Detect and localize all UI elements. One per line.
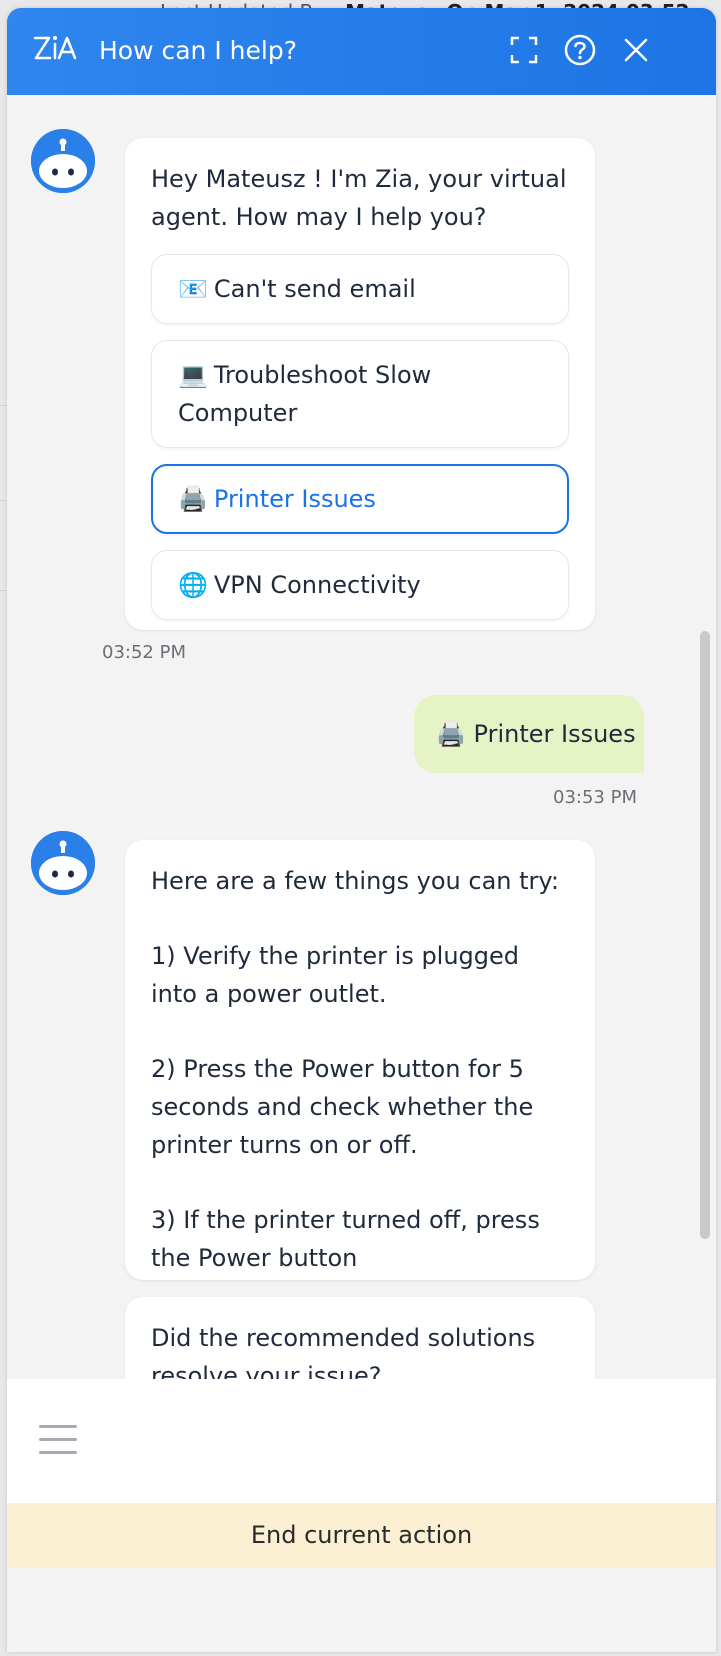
chat-widget: How can I help? Hey Mateusz ! I'm Zia, y… [7, 8, 716, 1652]
reply-step-2: 2) Press the Power button for 5 seconds … [151, 1055, 534, 1159]
option-printer-issues[interactable]: 🖨️ Printer Issues [151, 464, 569, 534]
hamburger-menu-icon[interactable] [39, 1425, 77, 1457]
robot-icon [31, 831, 95, 895]
envelope-icon: 📧 [178, 275, 208, 303]
user-message-text: Printer Issues [473, 720, 636, 748]
option-label: VPN Connectivity [213, 571, 421, 599]
reply-step-3: 3) If the printer turned off, press the … [151, 1206, 540, 1272]
background-divider [0, 590, 7, 591]
option-label: Troubleshoot Slow Computer [178, 361, 432, 427]
option-vpn-connectivity[interactable]: 🌐 VPN Connectivity [151, 550, 569, 620]
background-divider [0, 500, 7, 501]
option-cant-send-email[interactable]: 📧 Can't send email [151, 254, 569, 324]
bot-avatar [31, 831, 95, 895]
laptop-icon: 💻 [178, 361, 208, 389]
chat-header: How can I help? [7, 8, 716, 95]
globe-icon: 🌐 [178, 571, 208, 599]
reply-text: Here are a few things you can try: 1) Ve… [125, 840, 595, 1277]
option-label: Can't send email [213, 275, 416, 303]
close-icon [624, 38, 648, 62]
user-message: 🖨️ Printer Issues [414, 695, 644, 773]
message-timestamp: 03:53 PM [553, 787, 637, 808]
chat-scrollbar[interactable] [700, 631, 710, 1239]
message-composer [7, 1379, 716, 1503]
printer-icon: 🖨️ [436, 720, 466, 748]
zia-logo-icon [33, 36, 77, 60]
bot-message-greeting: Hey Mateusz ! I'm Zia, your virtual agen… [125, 138, 595, 630]
help-button[interactable] [560, 30, 600, 70]
robot-icon [31, 129, 95, 193]
widget-bottom-area [7, 1567, 716, 1652]
bot-message-troubleshooting: Here are a few things you can try: 1) Ve… [125, 840, 595, 1280]
expand-button[interactable] [504, 30, 544, 70]
option-troubleshoot-slow-computer[interactable]: 💻 Troubleshoot Slow Computer [151, 340, 569, 448]
greeting-text: Hey Mateusz ! I'm Zia, your virtual agen… [151, 165, 567, 231]
bot-avatar [31, 129, 95, 193]
message-timestamp: 03:52 PM [102, 642, 186, 663]
option-label: Printer Issues [213, 485, 376, 513]
reply-step-1: 1) Verify the printer is plugged into a … [151, 942, 520, 1008]
background-divider [0, 405, 7, 406]
chat-title: How can I help? [99, 36, 297, 65]
chat-messages-area[interactable]: Hey Mateusz ! I'm Zia, your virtual agen… [7, 95, 716, 1464]
help-icon [564, 34, 596, 66]
reply-intro: Here are a few things you can try: [151, 867, 559, 895]
close-button[interactable] [616, 30, 656, 70]
printer-icon: 🖨️ [178, 485, 208, 513]
expand-icon [510, 36, 538, 64]
end-current-action-button[interactable]: End current action [7, 1503, 716, 1567]
